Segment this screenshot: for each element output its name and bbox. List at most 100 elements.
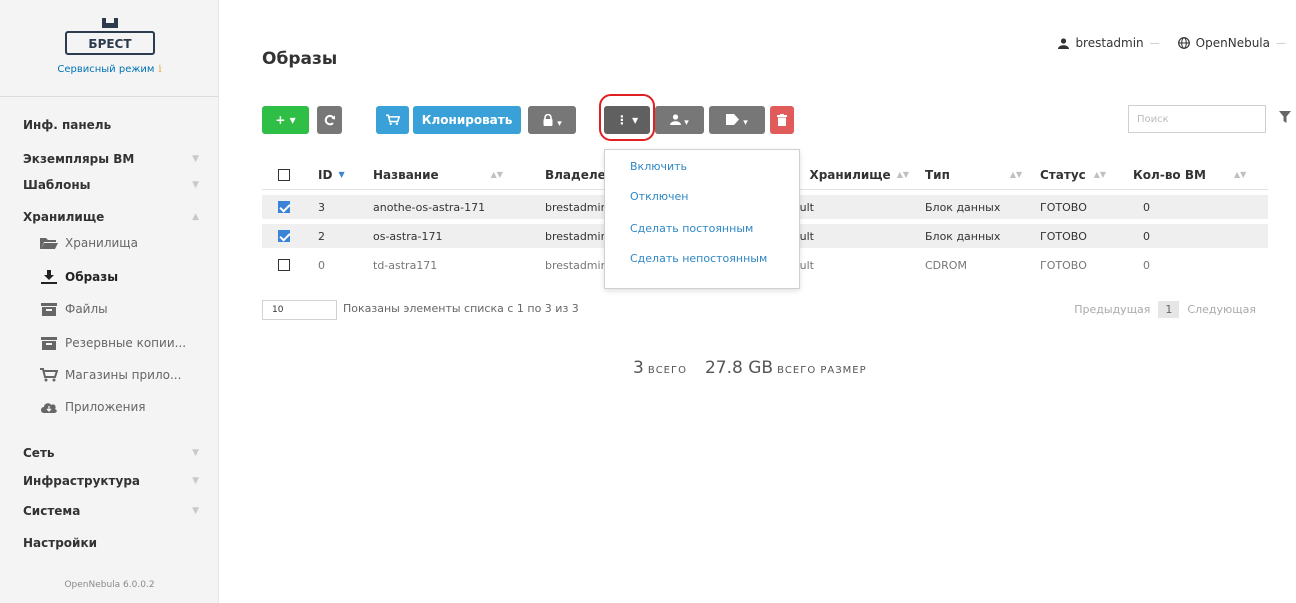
sidebar-item-images[interactable]: Образы — [0, 262, 219, 292]
row-checkbox[interactable] — [278, 201, 290, 213]
chevron-down-icon: ▼ — [192, 506, 199, 516]
sidebar-item-label: Файлы — [65, 302, 108, 316]
sort-icon: ▲▼ — [1009, 170, 1023, 179]
sidebar-item-backups[interactable]: Резервные копии... — [0, 328, 219, 358]
cell-name: os-astra-171 — [373, 229, 443, 243]
select-all-checkbox[interactable] — [278, 168, 290, 181]
sidebar-item-settings[interactable]: Настройки — [0, 530, 219, 556]
page-title: Образы — [262, 49, 338, 69]
sidebar-item-label: Хранилища — [65, 236, 138, 250]
sidebar-item-storage[interactable]: Хранилище ▲ — [0, 204, 219, 230]
totals: 3 ВСЕГО 27.8 GB ВСЕГО РАЗМЕР — [633, 358, 867, 378]
total-count-label: ВСЕГО — [647, 365, 687, 376]
create-button[interactable]: + ▾ — [262, 106, 309, 134]
cloud-icon — [41, 403, 57, 413]
zone-menu[interactable]: OpenNebula — — [1177, 36, 1286, 50]
header-type[interactable]: Тип ▲▼ — [925, 160, 1035, 189]
menu-item-enable[interactable]: Включить — [630, 160, 687, 173]
sidebar-item-label: Приложения — [65, 400, 146, 414]
chevron-down-icon: ▼ — [192, 154, 199, 164]
chevron-down-icon: ▾ — [684, 118, 689, 128]
refresh-button[interactable] — [317, 106, 342, 134]
pagination: Предыдущая 1 Следующая — [1074, 301, 1256, 318]
header-label: Название — [373, 167, 439, 182]
mode-label: Сервисный режим i — [0, 64, 219, 75]
sidebar-item-network[interactable]: Сеть ▼ — [0, 440, 219, 466]
sidebar-item-system[interactable]: Система ▼ — [0, 498, 219, 524]
chevron-down-icon: ▼ — [192, 476, 199, 486]
cell-status: ГОТОВО — [1040, 200, 1087, 214]
next-page-button[interactable]: Следующая — [1187, 303, 1256, 316]
row-checkbox[interactable] — [278, 230, 290, 242]
menu-item-make-persistent[interactable]: Сделать постоянным — [630, 222, 753, 235]
sort-icon: ▲▼ — [1093, 170, 1107, 179]
labels-button[interactable]: ▾ — [709, 106, 765, 134]
sort-icon: ▲▼ — [896, 170, 909, 179]
chevron-down-icon: ▾ — [743, 118, 748, 128]
sidebar-item-infrastructure[interactable]: Инфраструктура ▼ — [0, 468, 219, 494]
user-icon — [1058, 37, 1070, 49]
sort-desc-icon: ▼ — [338, 170, 345, 179]
user-icon — [670, 114, 682, 125]
header-label: Хранилище — [809, 167, 891, 182]
archive-icon — [41, 303, 57, 316]
header-id[interactable]: ID ▼ — [318, 160, 358, 189]
cell-id: 2 — [318, 229, 325, 243]
more-actions-dropdown: Включить Отключен Сделать постоянным Сде… — [604, 149, 800, 289]
cell-vms: 0 — [1143, 258, 1150, 272]
sidebar-divider — [0, 96, 219, 97]
search-input[interactable]: Поиск — [1128, 105, 1266, 133]
cart-icon — [385, 114, 400, 126]
header-datastore[interactable]: Хранилище ▲▼ — [789, 160, 909, 189]
logo[interactable]: БРЕСТ Сервисный режим i — [0, 18, 219, 75]
prev-page-button[interactable]: Предыдущая — [1074, 303, 1150, 316]
lock-button[interactable]: ▾ — [528, 106, 576, 134]
sidebar-item-marketplaces[interactable]: Магазины прило... — [0, 360, 219, 390]
download-icon — [41, 270, 57, 284]
folder-icon — [40, 238, 58, 249]
marketplace-button[interactable] — [376, 106, 409, 134]
plus-icon: + ▾ — [275, 113, 296, 127]
header-label: Владелец — [545, 167, 613, 182]
filter-icon[interactable] — [1279, 111, 1291, 123]
logo-text: БРЕСТ — [88, 37, 132, 51]
header-vms[interactable]: Кол-во ВМ ▲▼ — [1133, 160, 1263, 189]
header-name[interactable]: Название ▲▼ — [373, 160, 533, 189]
delete-button[interactable] — [770, 106, 794, 134]
cell-owner: brestadmin — [545, 200, 605, 214]
sidebar-item-label: Образы — [65, 270, 119, 284]
header-label: Статус — [1040, 167, 1086, 182]
user-name: brestadmin — [1075, 36, 1144, 50]
menu-item-make-nonpersistent[interactable]: Сделать непостоянным — [630, 252, 767, 265]
sidebar-item-vms[interactable]: Экземпляры ВМ ▼ — [0, 146, 219, 172]
showing-text: Показаны элементы списка с 1 по 3 из 3 — [343, 302, 579, 315]
sidebar-item-templates[interactable]: Шаблоны ▼ — [0, 172, 219, 198]
cell-type: CDROM — [925, 258, 967, 272]
total-count: 3 ВСЕГО — [633, 358, 687, 378]
cell-id: 3 — [318, 200, 325, 214]
cell-type: Блок данных — [925, 200, 1001, 214]
cell-vms: 0 — [1143, 229, 1150, 243]
clone-button[interactable]: Клонировать — [413, 106, 521, 134]
user-area: brestadmin — OpenNebula — — [1058, 36, 1286, 50]
sidebar-item-label: Резервные копии... — [65, 336, 187, 350]
sidebar-item-dashboard[interactable]: Инф. панель — [0, 112, 219, 138]
sidebar-item-datastores[interactable]: Хранилища — [0, 228, 219, 258]
menu-item-disable[interactable]: Отключен — [630, 190, 688, 203]
total-size: 27.8 GB ВСЕГО РАЗМЕР — [705, 358, 867, 378]
cell-status: ГОТОВО — [1040, 258, 1087, 272]
info-icon[interactable]: i — [158, 64, 161, 75]
page-size-select[interactable]: 10 — [262, 300, 337, 320]
user-menu[interactable]: brestadmin — — [1058, 36, 1160, 50]
sidebar-item-apps[interactable]: Приложения — [0, 392, 219, 422]
header-status[interactable]: Статус ▲▼ — [1040, 160, 1140, 189]
header-owner[interactable]: Владелец — [545, 160, 613, 189]
chevron-down-icon: ▾ — [557, 119, 562, 129]
sidebar-item-files[interactable]: Файлы — [0, 294, 219, 324]
sidebar-item-label: Настройки — [23, 536, 98, 550]
page-button-current[interactable]: 1 — [1158, 301, 1180, 318]
row-checkbox[interactable] — [278, 259, 290, 271]
sidebar-item-label: Инфраструктура — [23, 474, 141, 488]
trash-icon — [777, 114, 787, 126]
change-owner-button[interactable]: ▾ — [655, 106, 704, 134]
